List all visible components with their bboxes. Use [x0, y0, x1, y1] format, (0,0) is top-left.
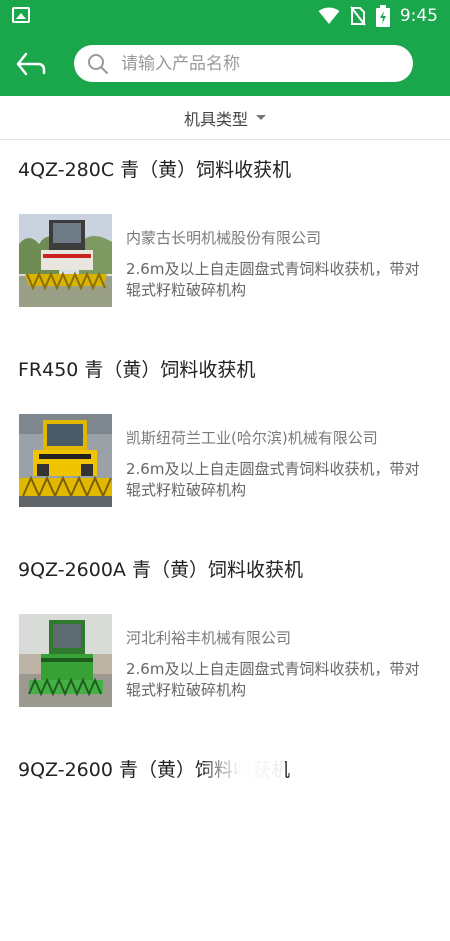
list-item[interactable]: 9QZ-2600A 青（黄）饲料收获机 河北利裕丰机械有限公司 2.6m及以上自…	[0, 541, 450, 741]
product-image	[19, 414, 112, 507]
gallery-icon	[12, 7, 30, 23]
status-icons: 9:45	[318, 5, 438, 27]
company-name: 内蒙古长明机械股份有限公司	[126, 229, 322, 247]
product-description: 2.6m及以上自走圆盘式青饲料收获机，带对辊式籽粒破碎机构	[126, 260, 420, 299]
filter-label: 机具类型	[183, 109, 248, 129]
company-name: 凯斯纽荷兰工业(哈尔滨)机械有限公司	[126, 429, 378, 447]
product-image	[19, 614, 112, 707]
search-icon	[88, 53, 108, 74]
product-title: FR450 青（黄）饲料收获机	[18, 359, 256, 381]
machine-type-filter[interactable]: 机具类型	[184, 106, 266, 130]
caret-down-icon	[256, 115, 266, 120]
list-item[interactable]: 4QZ-280C 青（黄）饲料收获机 内蒙古长明机械股份有限公司 2.6m及以上…	[0, 141, 450, 341]
company-name: 河北利裕丰机械有限公司	[126, 629, 292, 647]
battery-charging-icon	[375, 5, 390, 27]
product-description: 2.6m及以上自走圆盘式青饲料收获机，带对辊式籽粒破碎机构	[126, 460, 420, 499]
product-title: 4QZ-280C 青（黄）饲料收获机	[18, 159, 292, 181]
status-bar: 9:45	[0, 0, 450, 32]
product-description: 2.6m及以上自走圆盘式青饲料收获机，带对辊式籽粒破碎机构	[126, 660, 420, 699]
app-header	[0, 32, 450, 96]
search-input[interactable]	[121, 48, 391, 79]
product-list: 4QZ-280C 青（黄）饲料收获机 内蒙古长明机械股份有限公司 2.6m及以上…	[0, 141, 450, 941]
wifi-icon	[318, 7, 340, 24]
status-time: 9:45	[399, 6, 438, 26]
filter-bar: 机具类型	[0, 96, 450, 140]
search-bar[interactable]	[74, 45, 413, 82]
list-item[interactable]: FR450 青（黄）饲料收获机 凯斯纽荷兰工业(哈尔滨)机械有限公司 2.6m及…	[0, 341, 450, 541]
loading-fade	[205, 752, 285, 788]
product-title: 9QZ-2600A 青（黄）饲料收获机	[18, 559, 303, 581]
product-image	[19, 214, 112, 307]
no-sim-icon	[350, 6, 366, 26]
back-arrow-icon[interactable]	[14, 48, 48, 80]
